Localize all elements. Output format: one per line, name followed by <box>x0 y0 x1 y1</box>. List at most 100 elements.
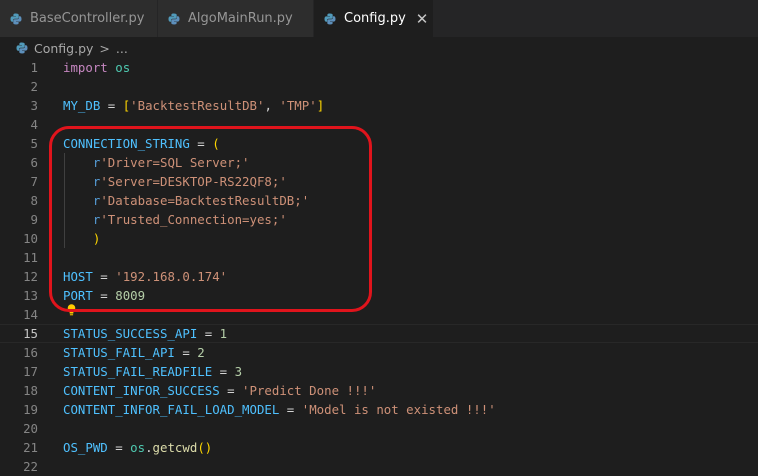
code-token: OS_PWD <box>63 440 108 455</box>
code-text: STATUS_SUCCESS_API = 1 <box>63 325 227 342</box>
code-token: 'Trusted_Connection=yes;' <box>100 212 287 227</box>
code-line[interactable]: 13 PORT = 8009 <box>0 286 758 305</box>
line-number: 6 <box>30 155 38 170</box>
code-text: r'Server=DESKTOP-RS22QF8;' <box>63 172 287 191</box>
line-number: 9 <box>30 212 38 227</box>
breadcrumb-separator: > <box>99 40 110 56</box>
code-token: 'Predict Done !!!' <box>242 383 377 398</box>
code-token: = <box>189 136 213 151</box>
code-token: os <box>130 440 146 455</box>
code-line[interactable]: 17 STATUS_FAIL_READFILE = 3 <box>0 362 758 381</box>
code-token: CONTENT_INFOR_SUCCESS <box>63 383 220 398</box>
code-text: import os <box>63 58 130 77</box>
code-token: = <box>219 383 243 398</box>
code-token: MY_DB <box>63 98 101 113</box>
code-line[interactable]: 4 <box>0 115 758 134</box>
line-number: 15 <box>23 326 38 341</box>
code-token: '192.168.0.174' <box>115 269 228 284</box>
code-text: HOST = '192.168.0.174' <box>63 267 227 286</box>
code-line[interactable]: 5 CONNECTION_STRING = ( <box>0 134 758 153</box>
line-number: 12 <box>23 269 38 284</box>
tab-config[interactable]: Config.py ✕ <box>314 0 434 37</box>
code-text: CONNECTION_STRING = ( <box>63 134 220 153</box>
code-line[interactable]: 22 <box>0 457 758 476</box>
code-line[interactable]: 15 STATUS_SUCCESS_API = 1 <box>0 324 758 343</box>
code-token: = <box>92 288 116 303</box>
code-token: = <box>174 345 198 360</box>
python-file-icon <box>16 42 28 54</box>
code-token: ( <box>197 440 205 455</box>
line-number: 10 <box>23 231 38 246</box>
code-line[interactable]: 12 HOST = '192.168.0.174' <box>0 267 758 286</box>
code-text: CONTENT_INFOR_FAIL_LOAD_MODEL = 'Model i… <box>63 400 496 419</box>
code-token: 'Server=DESKTOP-RS22QF8;' <box>100 174 287 189</box>
code-line[interactable]: 1 import os <box>0 58 758 77</box>
code-line[interactable]: 16 STATUS_FAIL_API = 2 <box>0 343 758 362</box>
line-number: 13 <box>23 288 38 303</box>
code-line[interactable]: 6 r'Driver=SQL Server;' <box>0 153 758 172</box>
code-token: 2 <box>197 345 205 360</box>
tab-bar: BaseController.py AlgoMainRun.py Config.… <box>0 0 758 37</box>
line-number: 8 <box>30 193 38 208</box>
breadcrumb-symbols[interactable]: ... <box>116 41 128 56</box>
line-number: 4 <box>30 117 38 132</box>
code-token: HOST <box>63 269 93 284</box>
line-number: 22 <box>23 459 38 474</box>
line-number: 5 <box>30 136 38 151</box>
code-line[interactable]: 21 OS_PWD = os.getcwd() <box>0 438 758 457</box>
code-line[interactable]: 10 ) <box>0 229 758 248</box>
lightbulb-icon[interactable] <box>67 304 76 316</box>
code-token: = <box>197 326 220 341</box>
code-token: = <box>279 402 302 417</box>
breadcrumb: Config.py > ... <box>0 37 758 59</box>
line-number: 17 <box>23 364 38 379</box>
code-token: 'Driver=SQL Server;' <box>100 155 250 170</box>
code-text: r'Driver=SQL Server;' <box>63 153 250 172</box>
breadcrumb-file[interactable]: Config.py <box>34 41 93 56</box>
code-line[interactable]: 2 <box>0 77 758 96</box>
code-line[interactable]: 9 r'Trusted_Connection=yes;' <box>0 210 758 229</box>
python-file-icon <box>10 13 22 24</box>
line-number: 3 <box>30 98 38 113</box>
code-token: ] <box>316 98 325 113</box>
line-number: 19 <box>23 402 38 417</box>
code-token: ) <box>204 440 213 455</box>
code-editor[interactable]: 1 import os 2 3 MY_DB = ['BacktestResultDB',… <box>0 58 758 474</box>
line-number: 18 <box>23 383 38 398</box>
code-token: 'Model is not existed !!!' <box>301 402 496 417</box>
close-icon[interactable]: ✕ <box>416 10 429 28</box>
code-line[interactable]: 20 <box>0 419 758 438</box>
line-number: 2 <box>30 79 38 94</box>
line-number: 16 <box>23 345 38 360</box>
code-line[interactable]: 14 <box>0 305 758 324</box>
code-token: = <box>212 364 235 379</box>
line-number: 7 <box>30 174 38 189</box>
code-line[interactable]: 7 r'Server=DESKTOP-RS22QF8;' <box>0 172 758 191</box>
tab-basecontroller[interactable]: BaseController.py <box>0 0 158 37</box>
code-token: os <box>115 60 131 75</box>
code-token: 'TMP' <box>279 98 317 113</box>
line-number: 14 <box>23 307 38 322</box>
tab-label: BaseController.py <box>30 11 145 26</box>
python-file-icon <box>324 13 336 24</box>
code-token: import <box>63 60 108 75</box>
code-line[interactable]: 8 r'Database=BacktestResultDB;' <box>0 191 758 210</box>
code-token: 8009 <box>115 288 146 303</box>
code-token: PORT <box>63 288 93 303</box>
code-token: STATUS_FAIL_API <box>63 345 175 360</box>
code-token: CONNECTION_STRING <box>63 136 190 151</box>
code-token: = <box>100 98 123 113</box>
tab-algomainrun[interactable]: AlgoMainRun.py <box>158 0 314 37</box>
python-file-icon <box>168 13 180 24</box>
code-line[interactable]: 18 CONTENT_INFOR_SUCCESS = 'Predict Done … <box>0 381 758 400</box>
code-line[interactable]: 11 <box>0 248 758 267</box>
code-line[interactable]: 3 MY_DB = ['BacktestResultDB', 'TMP'] <box>0 96 758 115</box>
line-number: 20 <box>23 421 38 436</box>
line-number: 11 <box>23 250 38 265</box>
code-line[interactable]: 19 CONTENT_INFOR_FAIL_LOAD_MODEL = 'Model… <box>0 400 758 419</box>
